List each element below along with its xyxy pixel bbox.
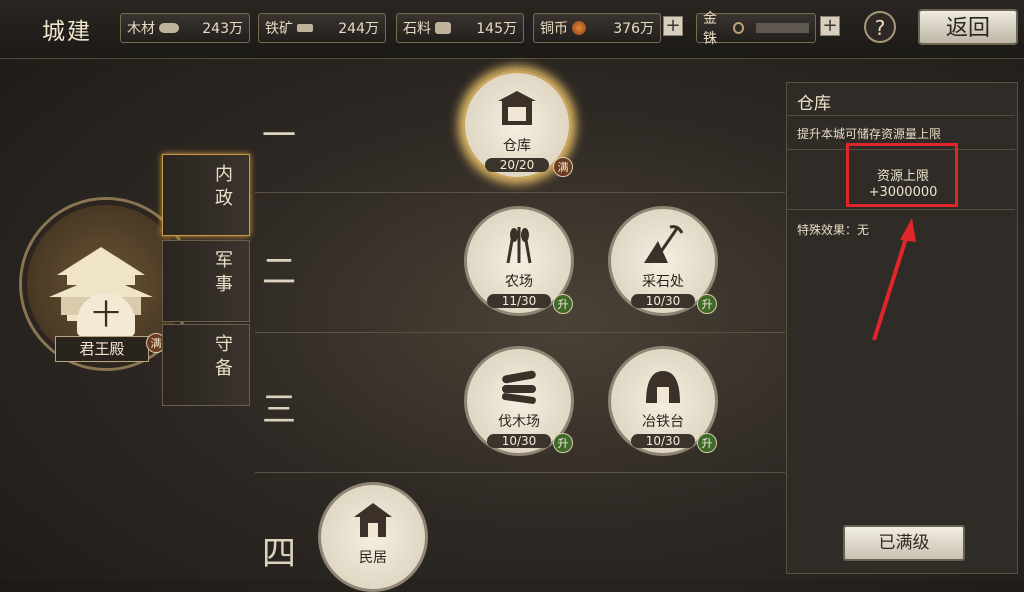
annotation-arrow-icon <box>872 218 916 341</box>
